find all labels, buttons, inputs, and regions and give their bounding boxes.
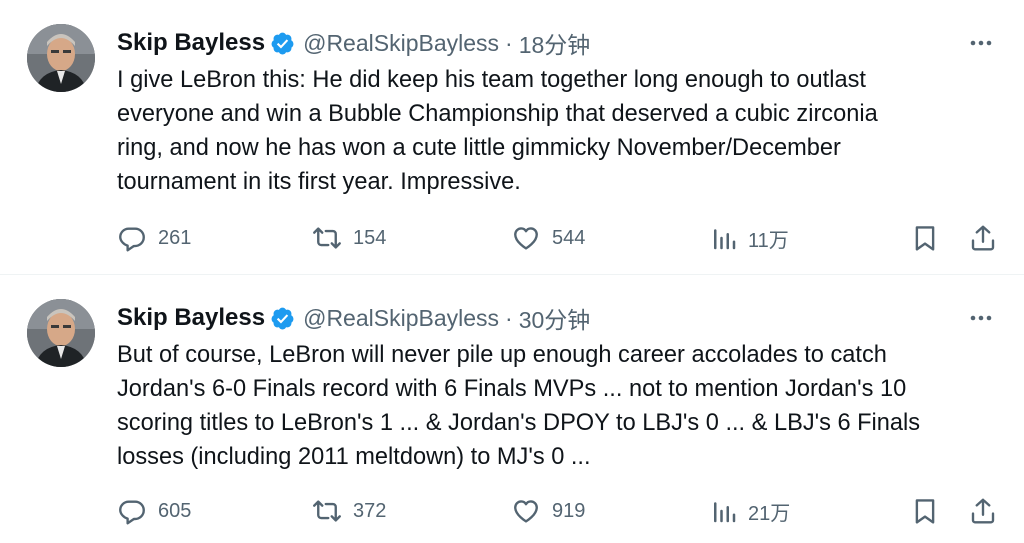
tweet-text-line: tournament in its first year. Impressive… xyxy=(117,169,521,195)
bookmark-icon xyxy=(910,496,940,526)
tweet-text: I give LeBron this: He did keep his team… xyxy=(117,63,997,199)
like-count: 544 xyxy=(552,226,586,249)
share-icon xyxy=(968,496,998,526)
tweet-text-line: But of course, LeBron will never pile up… xyxy=(117,342,887,368)
tweet-header: Skip Bayless @RealSkipBayless · 18分钟 xyxy=(117,26,590,60)
tweet-text-line: I give LeBron this: He did keep his team… xyxy=(117,67,866,93)
tweet-text-line: everyone and win a Bubble Championship t… xyxy=(117,101,878,127)
like-button[interactable]: 919 xyxy=(511,494,585,528)
reply-button[interactable]: 261 xyxy=(117,221,191,255)
share-button[interactable] xyxy=(968,494,998,528)
author-name[interactable]: Skip Bayless xyxy=(117,29,265,57)
share-button[interactable] xyxy=(968,221,998,255)
verified-badge-icon xyxy=(270,306,295,331)
timestamp[interactable]: 18分钟 xyxy=(519,26,591,60)
tweet-header: Skip Bayless @RealSkipBayless · 30分钟 xyxy=(117,301,590,335)
retweet-button[interactable]: 154 xyxy=(312,221,386,255)
more-options-icon[interactable] xyxy=(968,30,994,56)
avatar[interactable] xyxy=(27,299,95,367)
tweet-text-line: scoring titles to LeBron's 1 ... & Jorda… xyxy=(117,410,921,436)
views-button[interactable]: 21万 xyxy=(711,494,790,528)
like-count: 919 xyxy=(552,499,586,522)
more-options-icon[interactable] xyxy=(968,305,994,331)
reply-count: 261 xyxy=(158,226,192,249)
tweet[interactable]: Skip Bayless @RealSkipBayless · 18分钟 I g… xyxy=(0,0,1024,274)
reply-icon xyxy=(117,496,147,526)
heart-icon xyxy=(511,223,541,253)
reply-button[interactable]: 605 xyxy=(117,494,191,528)
retweet-count: 372 xyxy=(353,499,387,522)
tweet-text-line: losses (including 2011 meltdown) to MJ's… xyxy=(117,444,591,470)
timeline: Skip Bayless @RealSkipBayless · 18分钟 I g… xyxy=(0,0,1024,543)
tweet-text-line: ring, and now he has won a cute little g… xyxy=(117,135,841,161)
views-count: 21万 xyxy=(748,502,791,525)
tweet-text-line: Jordan's 6-0 Finals record with 6 Finals… xyxy=(117,376,907,402)
tweet-actions: 605 372 919 21万 xyxy=(117,494,1002,528)
author-handle[interactable]: @RealSkipBayless xyxy=(303,30,499,57)
retweet-count: 154 xyxy=(353,226,387,249)
views-chart-icon xyxy=(711,223,737,253)
share-icon xyxy=(968,223,998,253)
views-button[interactable]: 11万 xyxy=(711,221,789,255)
author-name[interactable]: Skip Bayless xyxy=(117,304,265,332)
retweet-button[interactable]: 372 xyxy=(312,494,386,528)
bookmark-button[interactable] xyxy=(910,221,940,255)
retweet-icon xyxy=(312,223,342,253)
separator-dot: · xyxy=(505,304,513,331)
bookmark-icon xyxy=(910,223,940,253)
reply-count: 605 xyxy=(158,499,192,522)
reply-icon xyxy=(117,223,147,253)
verified-badge-icon xyxy=(270,31,295,56)
heart-icon xyxy=(511,496,541,526)
tweet-actions: 261 154 544 11万 xyxy=(117,221,1002,255)
author-handle[interactable]: @RealSkipBayless xyxy=(303,305,499,332)
separator-dot: · xyxy=(505,29,513,56)
views-count: 11万 xyxy=(748,229,789,252)
avatar[interactable] xyxy=(27,24,95,92)
tweet[interactable]: Skip Bayless @RealSkipBayless · 30分钟 But… xyxy=(0,275,1024,543)
like-button[interactable]: 544 xyxy=(511,221,585,255)
tweet-text: But of course, LeBron will never pile up… xyxy=(117,338,997,474)
timestamp[interactable]: 30分钟 xyxy=(519,301,591,335)
views-chart-icon xyxy=(711,496,737,526)
bookmark-button[interactable] xyxy=(910,494,940,528)
retweet-icon xyxy=(312,496,342,526)
